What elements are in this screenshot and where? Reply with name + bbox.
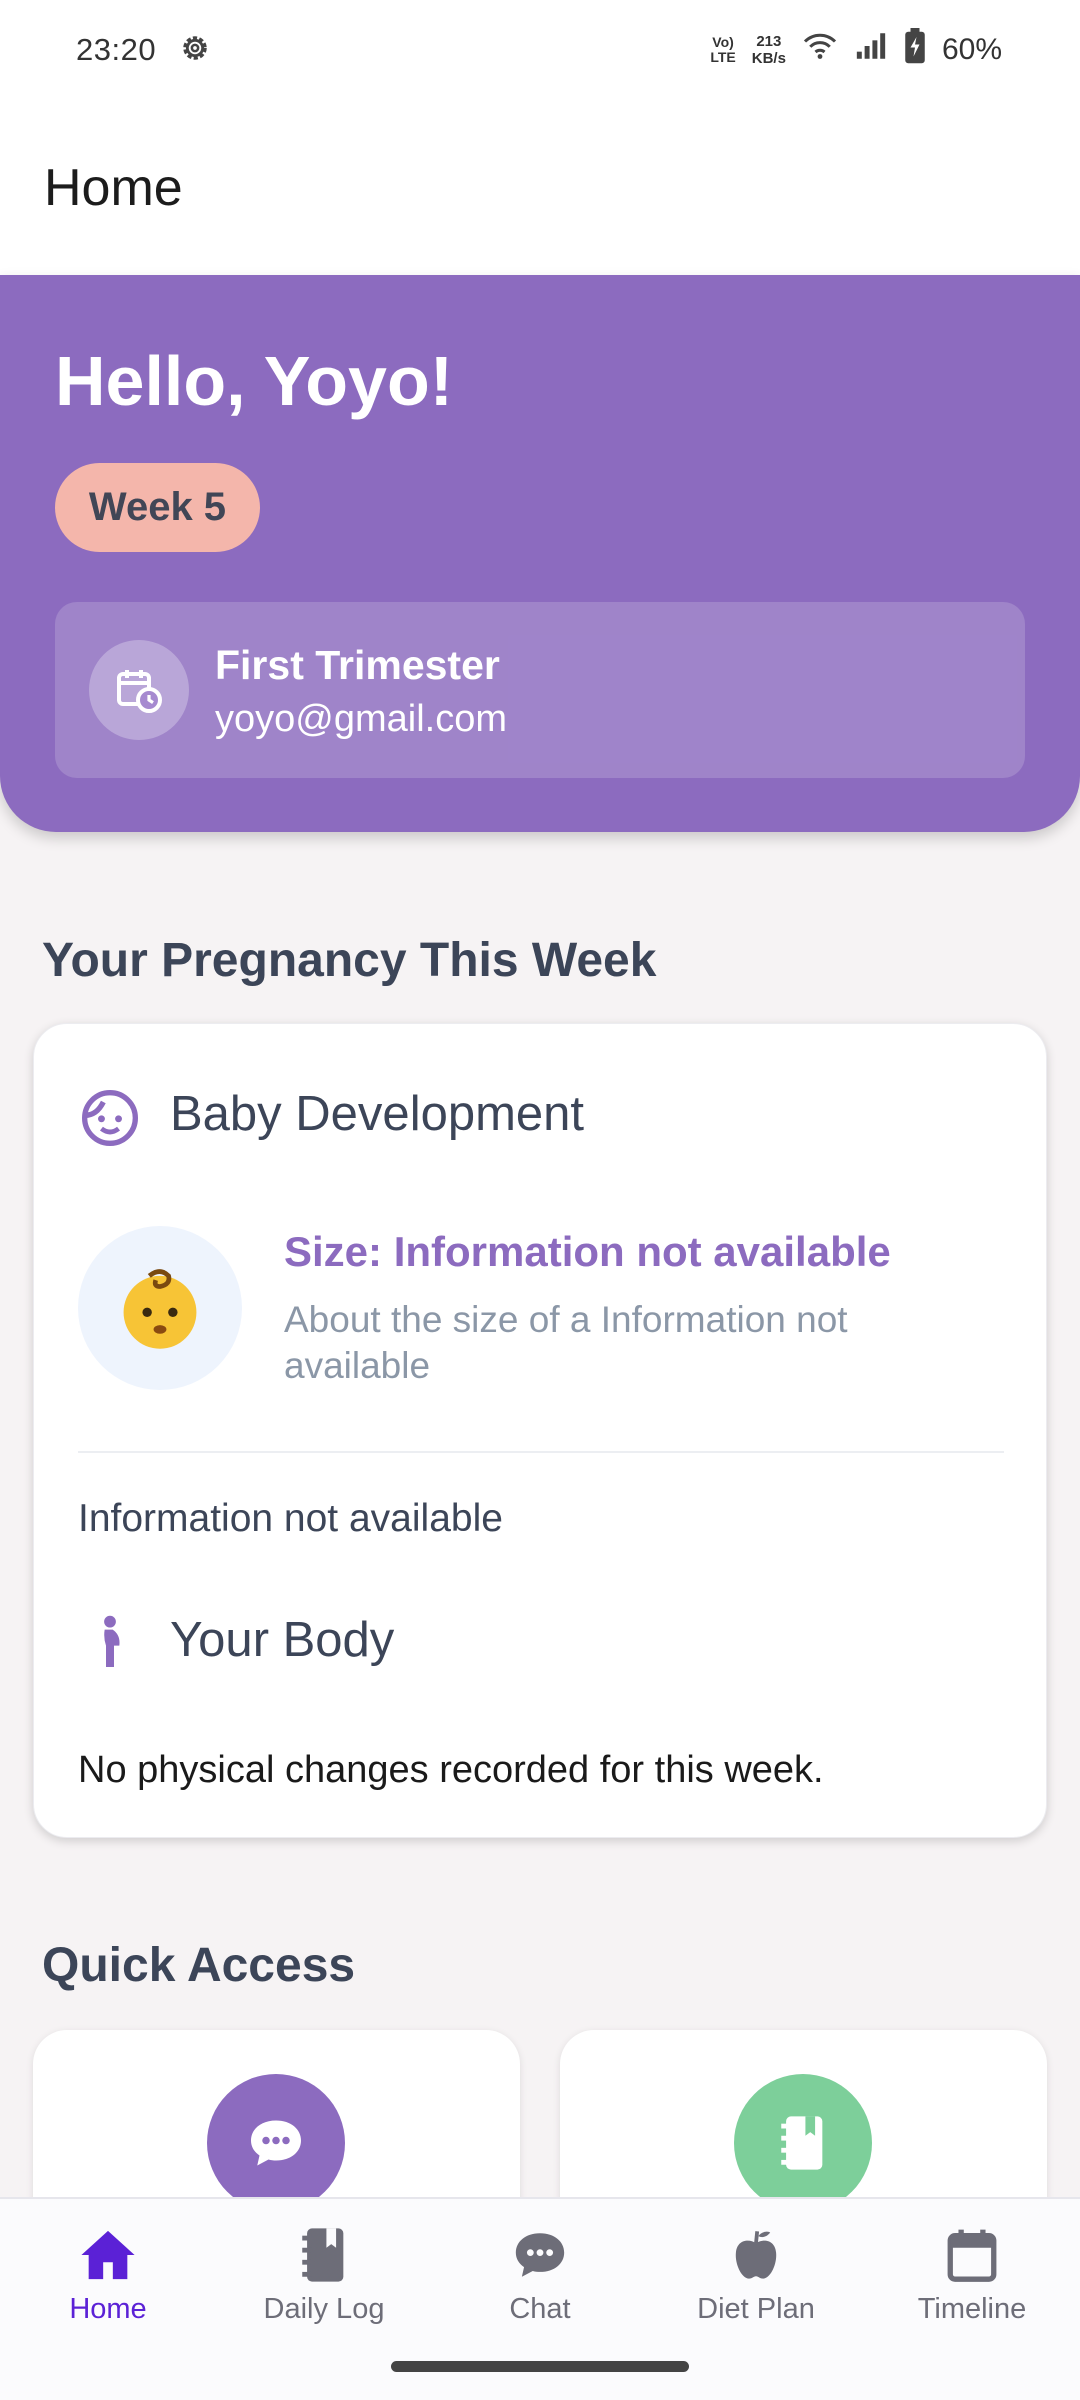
- network-speed: 213 KB/s: [752, 33, 786, 67]
- app-bar: Home: [0, 100, 1080, 275]
- status-bar: 23:20 Vo) LTE 213 KB/s 60%: [0, 0, 1080, 100]
- nav-diet-plan[interactable]: Diet Plan: [648, 2201, 864, 2341]
- calendar-clock-icon: [89, 640, 189, 740]
- pregnant-woman-icon: [78, 1611, 142, 1680]
- chat-icon: [511, 2223, 569, 2287]
- quick-access-title: Quick Access: [42, 1939, 356, 1992]
- baby-development-title: Baby Development: [170, 1087, 585, 1141]
- user-email: yoyo@gmail.com: [215, 698, 507, 740]
- week-badge: Week 5: [55, 463, 260, 552]
- baby-emoji-avatar: [78, 1226, 242, 1390]
- network-speed-value: 213: [756, 33, 782, 50]
- nav-timeline-label: Timeline: [917, 2293, 1027, 2325]
- battery-charging-icon: [904, 28, 926, 72]
- nav-chat-label: Chat: [509, 2293, 571, 2325]
- pregnancy-section-title: Your Pregnancy This Week: [42, 934, 657, 987]
- volte-bottom-text: LTE: [710, 49, 736, 65]
- home-icon: [79, 2223, 137, 2287]
- settings-gear-icon: [178, 31, 212, 70]
- nav-timeline[interactable]: Timeline: [864, 2201, 1080, 2341]
- notebook-icon: [734, 2074, 872, 2212]
- nav-home[interactable]: Home: [0, 2201, 216, 2341]
- pregnancy-card: Baby Development Size: Information not a…: [33, 1023, 1047, 1838]
- card-divider: [78, 1451, 1004, 1453]
- volte-top-text: Vo): [712, 34, 734, 50]
- status-time: 23:20: [76, 32, 157, 67]
- baby-size-description: About the size of a Information not avai…: [284, 1299, 848, 1386]
- volte-indicator: Vo) LTE: [710, 35, 735, 65]
- cell-signal-icon: [854, 31, 888, 69]
- chat-bubble-icon: [207, 2074, 345, 2212]
- battery-percent: 60%: [941, 33, 1002, 66]
- nav-daily-log-label: Daily Log: [263, 2293, 385, 2325]
- baby-emoji-icon: [123, 1269, 197, 1349]
- baby-face-icon: [78, 1086, 142, 1155]
- trimester-card: First Trimester yoyo@gmail.com: [55, 602, 1025, 778]
- baby-info-text: Information not available: [78, 1497, 503, 1540]
- wifi-icon: [802, 31, 838, 69]
- greeting-text: Hello, Yoyo!: [55, 342, 454, 420]
- status-icons: Vo) LTE 213 KB/s 60%: [710, 28, 1002, 72]
- status-left: 23:20: [76, 31, 212, 70]
- baby-size-title: Size: Information not available: [284, 1228, 891, 1275]
- nav-diet-plan-label: Diet Plan: [697, 2293, 815, 2325]
- network-speed-unit: KB/s: [751, 50, 786, 67]
- trimester-label: First Trimester: [215, 642, 500, 688]
- calendar-icon: [945, 2223, 999, 2287]
- gesture-home-indicator[interactable]: [391, 2361, 689, 2372]
- greeting-header: Hello, Yoyo! Week 5 First Trimester yoyo…: [0, 275, 1080, 832]
- apple-icon: [730, 2223, 782, 2287]
- nav-daily-log[interactable]: Daily Log: [216, 2201, 432, 2341]
- nav-home-label: Home: [69, 2293, 147, 2325]
- notebook-icon: [299, 2223, 349, 2287]
- your-body-text: No physical changes recorded for this we…: [78, 1749, 824, 1791]
- page-title: Home: [44, 158, 183, 217]
- your-body-title: Your Body: [170, 1613, 395, 1667]
- nav-chat[interactable]: Chat: [432, 2201, 648, 2341]
